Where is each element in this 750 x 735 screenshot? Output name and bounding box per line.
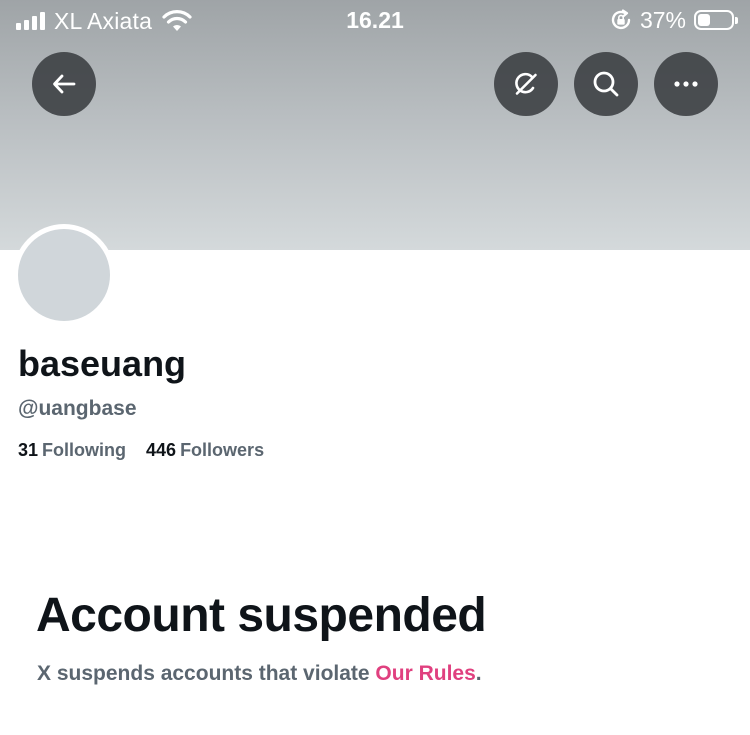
- following-count: 31: [18, 440, 39, 460]
- suspended-description-text: X suspends accounts that violate: [37, 662, 376, 685]
- avatar-placeholder: [18, 229, 110, 321]
- battery-level: [698, 14, 710, 26]
- followers-link[interactable]: 446 Followers: [146, 437, 264, 463]
- more-horizontal-icon: [674, 81, 698, 87]
- following-label: Following: [42, 440, 127, 460]
- more-options-button[interactable]: [654, 52, 718, 116]
- search-button[interactable]: [574, 52, 638, 116]
- orientation-lock-icon: [611, 9, 631, 30]
- grok-icon: [515, 72, 537, 95]
- profile-handle: @uangbase: [18, 397, 137, 420]
- battery-icon: [694, 10, 738, 30]
- grok-button[interactable]: [494, 52, 558, 116]
- followers-count: 446: [146, 440, 177, 460]
- status-right: 37%: [610, 6, 738, 33]
- profile-page: XL Axiata 16.21 37% baseuang @uangbase 3…: [0, 0, 750, 735]
- suspended-description: X suspends accounts that violate Our Rul…: [37, 660, 482, 688]
- arrow-left-icon: [53, 74, 76, 94]
- profile-display-name: baseuang: [18, 343, 187, 384]
- status-bar: XL Axiata 16.21 37%: [0, 0, 750, 42]
- battery-percent: 37%: [639, 6, 686, 33]
- suspended-description-period: .: [475, 662, 482, 685]
- following-link[interactable]: 31 Following: [18, 437, 126, 463]
- our-rules-link[interactable]: Our Rules: [375, 662, 475, 685]
- avatar[interactable]: [13, 224, 115, 326]
- suspended-title: Account suspended: [36, 589, 487, 642]
- back-button[interactable]: [32, 52, 96, 116]
- followers-label: Followers: [180, 440, 265, 460]
- profile-stats: 31 Following 446 Followers: [18, 437, 264, 463]
- search-icon: [593, 71, 619, 97]
